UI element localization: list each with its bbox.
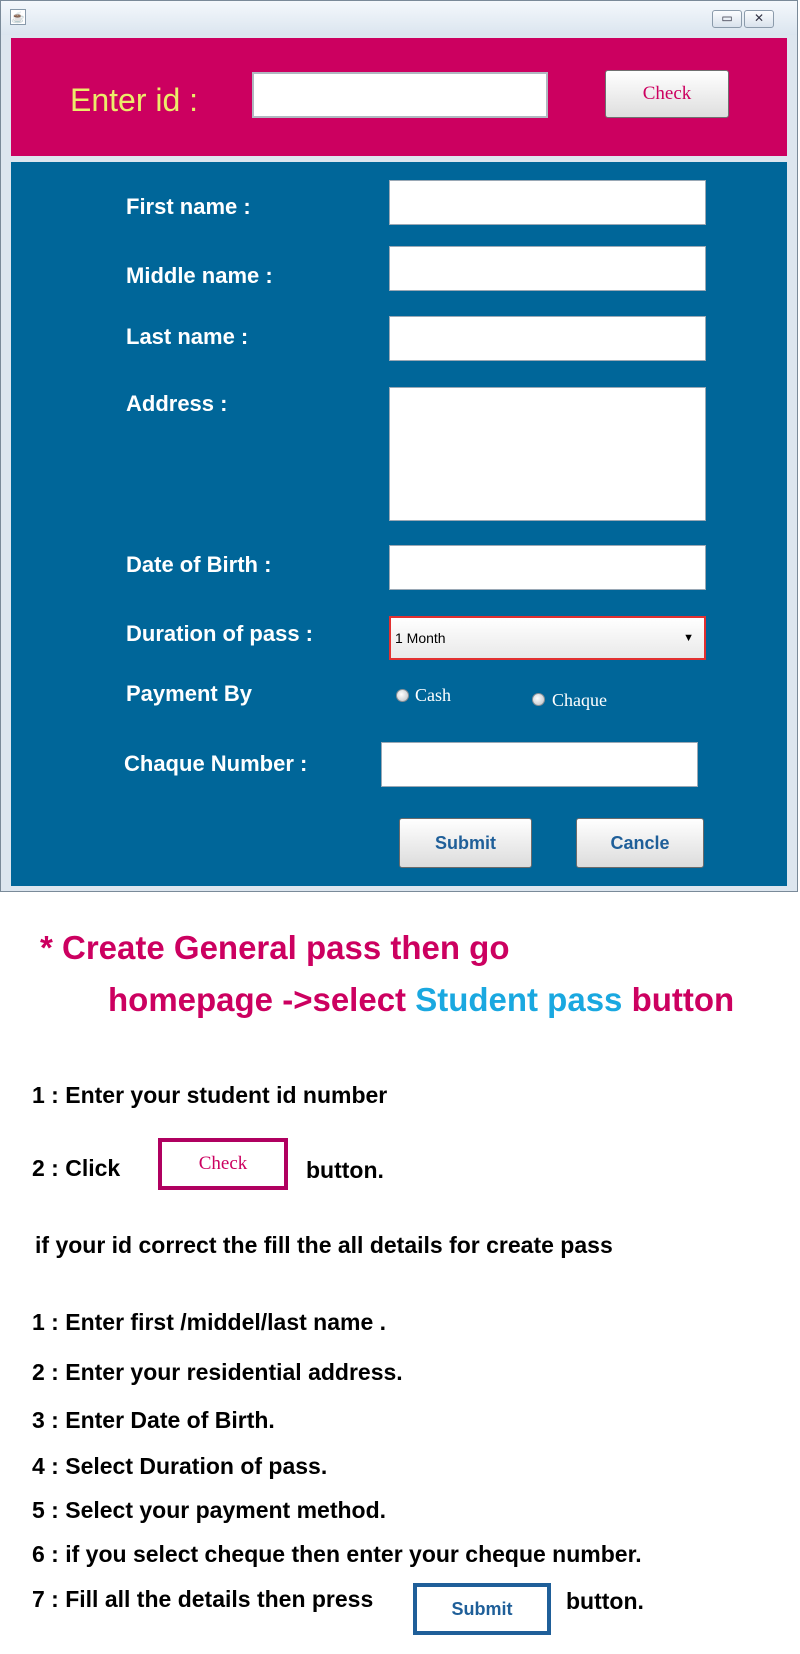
step-7-suffix: button.: [566, 1588, 644, 1614]
check-button[interactable]: Check: [605, 70, 729, 118]
chaque-radio-label: Chaque: [552, 690, 607, 710]
close-button[interactable]: ✕: [744, 10, 774, 28]
dob-label: Date of Birth :: [126, 552, 272, 577]
address-label: Address :: [126, 391, 228, 416]
duration-label: Duration of pass :: [126, 621, 314, 646]
list-item: 2 : Enter your residential address.: [32, 1359, 403, 1385]
list-item: 4 : Select Duration of pass.: [32, 1453, 328, 1479]
step-2-suffix: button.: [306, 1157, 384, 1183]
chaque-radio[interactable]: [532, 693, 545, 706]
list-item: 5 : Select your payment method.: [32, 1497, 387, 1523]
first-name-label: First name :: [126, 194, 251, 219]
instructions-heading-line1: * Create General pass then go: [40, 929, 510, 966]
heading-homepage-text: homepage ->select: [108, 981, 407, 1018]
chaque-number-label: Chaque Number :: [124, 751, 308, 776]
minimize-button[interactable]: ▭: [712, 10, 742, 28]
dob-input[interactable]: [389, 545, 706, 590]
last-name-input[interactable]: [389, 316, 706, 361]
close-icon: ✕: [753, 11, 765, 25]
list-item: 6 : if you select cheque then enter your…: [32, 1541, 642, 1567]
example-submit-button: Submit: [413, 1583, 551, 1635]
example-check-button: Check: [158, 1138, 288, 1190]
cash-radio-label: Cash: [415, 685, 451, 705]
cancel-button[interactable]: Cancle: [576, 818, 704, 868]
chevron-down-icon: ▼: [683, 632, 694, 644]
java-cup-icon: ☕: [10, 9, 26, 25]
last-name-label: Last name :: [126, 324, 249, 349]
list-item: 1 : Enter first /middel/last name .: [32, 1309, 387, 1335]
first-name-input[interactable]: [389, 180, 706, 225]
title-bar[interactable]: [1, 1, 797, 35]
step-2-text: 2 : Click: [32, 1155, 121, 1181]
id-input[interactable]: [252, 72, 548, 118]
payment-by-label: Payment By: [126, 681, 252, 706]
minimize-icon: ▭: [721, 11, 733, 25]
chaque-number-input[interactable]: [381, 742, 698, 787]
cash-radio[interactable]: [396, 689, 409, 702]
duration-selected-value: 1 Month: [395, 630, 446, 646]
submit-button[interactable]: Submit: [399, 818, 532, 868]
instructions-note: if your id correct the fill the all deta…: [35, 1232, 613, 1258]
step-1-text: 1 : Enter your student id number: [32, 1082, 388, 1108]
middle-name-input[interactable]: [389, 246, 706, 291]
list-item: 3 : Enter Date of Birth.: [32, 1407, 275, 1433]
heading-button-text: button: [631, 981, 735, 1018]
enter-id-label: Enter id :: [70, 82, 199, 118]
address-textarea[interactable]: [389, 387, 706, 521]
instructions-heading-line2: homepage ->select Student pass button: [108, 980, 734, 1020]
middle-name-label: Middle name :: [126, 263, 273, 288]
step-7-text: 7 : Fill all the details then press: [32, 1586, 374, 1612]
heading-student-pass-text: Student pass: [415, 981, 623, 1018]
duration-select[interactable]: 1 Month ▼: [389, 616, 706, 660]
